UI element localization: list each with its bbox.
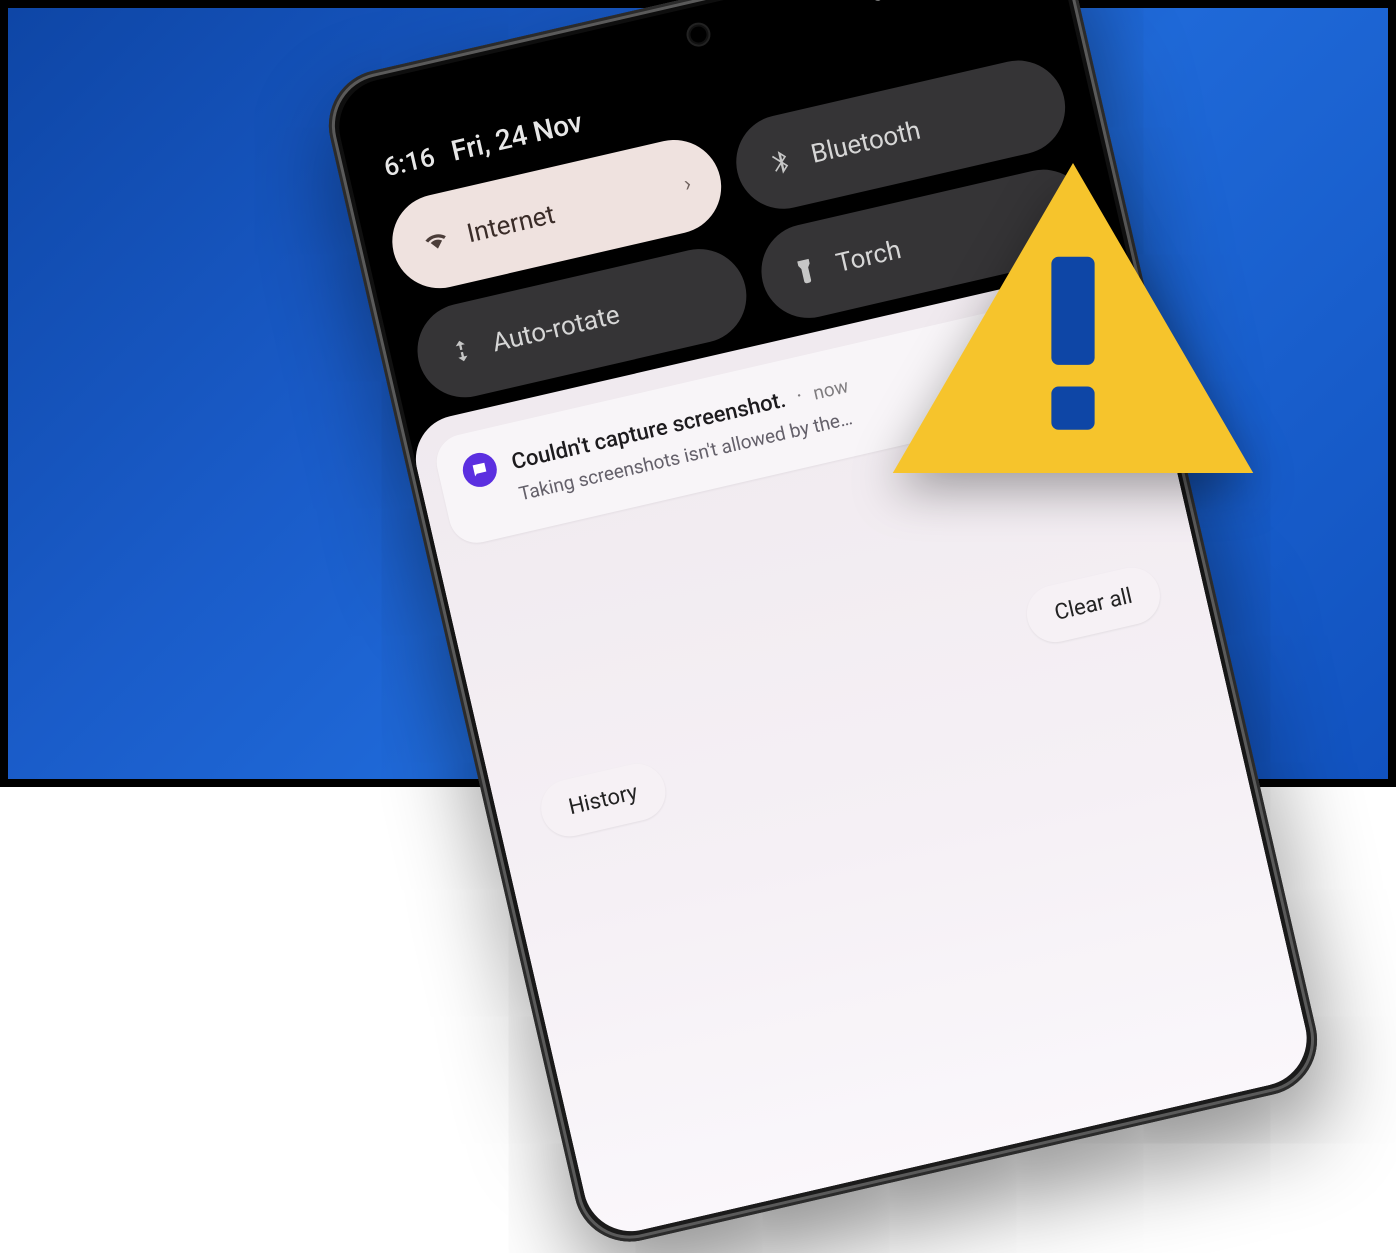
message-icon: [459, 450, 500, 491]
warning-overlay-icon: [888, 163, 1258, 473]
tile-label: Internet: [464, 200, 558, 249]
history-button[interactable]: History: [535, 758, 671, 842]
torch-icon: [789, 255, 823, 289]
notification-time: now: [811, 374, 851, 404]
chevron-right-icon: ›: [681, 171, 693, 197]
clear-all-button[interactable]: Clear all: [1021, 562, 1165, 648]
image-frame: 56% 6:16 Fri, 24 Nov Internet › Bluetoot…: [0, 0, 1396, 787]
autorotate-icon: [445, 334, 479, 368]
alarm-icon: [865, 0, 891, 6]
status-date: Fri, 24 Nov: [448, 105, 586, 167]
bluetooth-icon: [764, 146, 798, 180]
wifi-icon: [420, 225, 454, 259]
tile-label: Bluetooth: [808, 116, 923, 170]
clock-time: 6:16: [381, 142, 438, 183]
tile-label: Auto-rotate: [489, 300, 622, 358]
status-icons: 56%: [864, 0, 1032, 7]
